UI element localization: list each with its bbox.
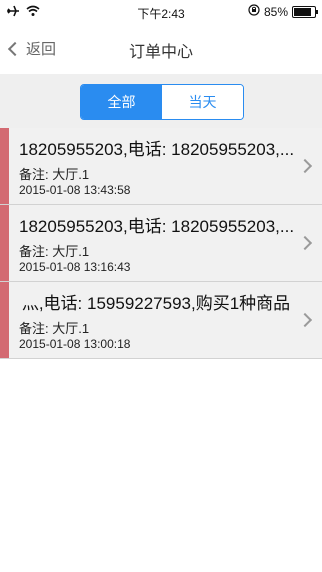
battery-icon: [292, 5, 318, 18]
order-status-marker: [0, 205, 9, 281]
segmented-control: 全部 当天: [80, 84, 244, 120]
battery-fill: [294, 7, 311, 16]
order-row[interactable]: 灬,电话: 15959227593,购买1种商品 备注: 大厅.1 2015-0…: [0, 282, 322, 359]
order-note: 备注: 大厅.1: [19, 321, 90, 336]
order-time: 2015-01-08 13:00:18: [19, 337, 131, 351]
battery-percent: 85%: [263, 4, 288, 19]
chevron-right-icon: [297, 312, 313, 328]
nav-bar: 返回 订单中心: [0, 24, 322, 75]
order-time: 2015-01-08 13:43:58: [19, 183, 131, 197]
order-title: 18205955203,电话: 18205955203,...: [19, 140, 295, 159]
segment-today[interactable]: 当天: [162, 85, 243, 119]
chevron-right-icon: [297, 158, 313, 174]
status-right: 85%: [248, 4, 318, 19]
order-row[interactable]: 18205955203,电话: 18205955203,... 备注: 大厅.1…: [0, 128, 322, 205]
filter-header: 全部 当天: [0, 74, 322, 129]
page-title: 订单中心: [128, 44, 193, 61]
order-note: 备注: 大厅.1: [19, 167, 90, 182]
order-row[interactable]: 18205955203,电话: 18205955203,... 备注: 大厅.1…: [0, 205, 322, 282]
chevron-right-icon: [297, 235, 313, 251]
order-list: 18205955203,电话: 18205955203,... 备注: 大厅.1…: [0, 128, 322, 359]
order-time: 2015-01-08 13:16:43: [19, 260, 131, 274]
order-title: 18205955203,电话: 18205955203,...: [19, 217, 295, 236]
order-status-marker: [0, 282, 9, 358]
order-title: 灬,电话: 15959227593,购买1种商品: [19, 294, 291, 313]
status-bar: 下午2:43 85%: [0, 0, 322, 24]
segment-all[interactable]: 全部: [81, 85, 162, 119]
order-note: 备注: 大厅.1: [19, 244, 90, 259]
lock-rotation-icon: [248, 4, 260, 19]
order-status-marker: [0, 128, 9, 204]
